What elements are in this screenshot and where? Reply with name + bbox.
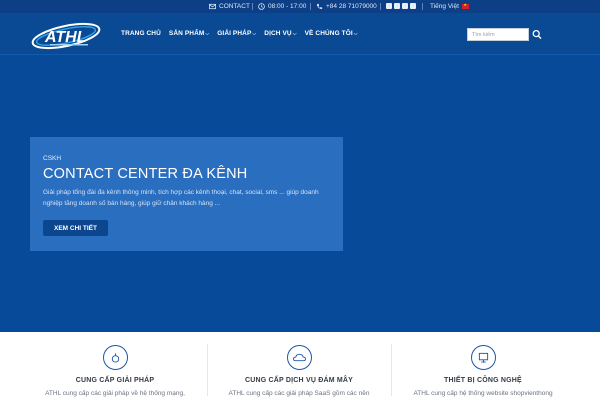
feature-devices[interactable]: THIẾT BỊ CÔNG NGHỆ ATHL cung cấp hệ thốn… — [391, 332, 575, 400]
view-details-button[interactable]: XEM CHI TIẾT — [43, 220, 108, 236]
chevron-down-icon: ⌵ — [292, 30, 297, 37]
main-nav: TRANG CHỦ SẢN PHẨM ⌵ GIẢI PHÁP ⌵ DỊCH VỤ ⌵ … — [121, 30, 366, 37]
search-input[interactable]: Tìm kiếm — [467, 28, 529, 41]
feature-title: CUNG CẤP GIẢI PHÁP — [75, 377, 155, 384]
nav-label: GIẢI PHÁP — [217, 30, 252, 37]
athl-logo[interactable]: ATHL — [30, 21, 102, 51]
clock-icon — [258, 3, 265, 10]
hero-description: Giải pháp tổng đài đa kênh thông minh, t… — [43, 189, 319, 207]
nav-label: SẢN PHẨM — [168, 30, 205, 37]
topbar-divider — [310, 3, 311, 10]
phone-text: +84 28 71079000 — [326, 3, 377, 10]
facebook-icon[interactable] — [386, 3, 392, 9]
feature-solutions[interactable]: CUNG CẤP GIẢI PHÁP ATHL cung cấp các giả… — [23, 332, 207, 400]
nav-item-solutions[interactable]: GIẢI PHÁP ⌵ — [217, 30, 256, 37]
contact-link[interactable]: CONTACT — [209, 0, 250, 13]
youtube-icon[interactable] — [410, 3, 416, 9]
top-bar: CONTACT 08:00 - 17:00 +84 28 71079000 Ti… — [0, 0, 600, 13]
twitter-icon[interactable] — [394, 3, 400, 9]
language-label: Tiếng Việt — [430, 3, 459, 10]
vietnam-flag-icon — [461, 2, 469, 9]
hero-card: CSKH CONTACT CENTER ĐA KÊNH Giải pháp tổ… — [30, 137, 343, 251]
hero-title: CONTACT CENTER ĐA KÊNH — [43, 166, 248, 182]
hours-info: 08:00 - 17:00 — [258, 0, 306, 13]
linkedin-icon[interactable] — [402, 3, 408, 9]
nav-label: DỊCH VỤ — [264, 30, 292, 37]
network-icon — [103, 345, 128, 370]
chevron-down-icon: ⌵ — [252, 30, 257, 37]
cloud-icon — [287, 345, 312, 370]
topbar-divider — [422, 3, 423, 10]
feature-cloud[interactable]: CUNG CẤP DỊCH VỤ ĐÁM MÂY ATHL cung cấp c… — [207, 332, 391, 400]
feature-description: ATHL cung cấp các giải pháp SaaS gồm các… — [228, 390, 370, 397]
chevron-down-icon: ⌵ — [205, 30, 210, 37]
features-section: CUNG CẤP GIẢI PHÁP ATHL cung cấp các giả… — [0, 332, 600, 400]
contact-label: CONTACT — [219, 3, 250, 10]
feature-description: ATHL cung cấp hệ thống website shopvient… — [413, 390, 553, 397]
topbar-divider — [380, 3, 381, 10]
social-links — [386, 3, 416, 9]
hero-banner: CSKH CONTACT CENTER ĐA KÊNH Giải pháp tổ… — [0, 56, 600, 332]
feature-description: ATHL cung cấp các giải pháp về hệ thống … — [45, 390, 185, 397]
nav-item-about[interactable]: VỀ CHÚNG TÔI ⌵ — [305, 30, 358, 37]
nav-label: TRANG CHỦ — [121, 30, 161, 37]
phone-link[interactable]: +84 28 71079000 — [316, 0, 377, 13]
nav-item-home[interactable]: TRANG CHỦ — [121, 30, 161, 37]
hero-tag: CSKH — [43, 155, 62, 162]
search-icon[interactable] — [532, 29, 542, 40]
phone-icon — [316, 3, 323, 9]
language-switcher[interactable]: Tiếng Việt — [430, 0, 469, 13]
device-icon — [471, 345, 496, 370]
chevron-down-icon: ⌵ — [353, 30, 358, 37]
feature-title: CUNG CẤP DỊCH VỤ ĐÁM MÂY — [244, 377, 354, 384]
nav-label: VỀ CHÚNG TÔI — [304, 30, 353, 37]
nav-item-services[interactable]: DỊCH VỤ ⌵ — [264, 30, 296, 37]
hours-text: 08:00 - 17:00 — [268, 3, 307, 10]
nav-item-products[interactable]: SẢN PHẨM ⌵ — [169, 30, 209, 37]
topbar-divider — [252, 3, 253, 10]
envelope-icon — [209, 3, 216, 10]
site-header: ATHL TRANG CHỦ SẢN PHẨM ⌵ GIẢI PHÁP ⌵ DỊCH… — [0, 13, 600, 55]
logo-text: ATHL — [44, 29, 86, 46]
feature-title: THIẾT BỊ CÔNG NGHỆ — [444, 377, 522, 384]
